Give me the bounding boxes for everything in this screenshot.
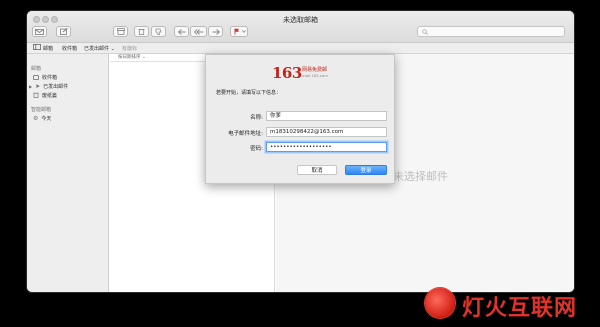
login-button[interactable]: 登录 xyxy=(345,165,387,175)
compose-button[interactable] xyxy=(56,26,71,37)
sidebar: 邮箱 收件箱 ▶ ➤ 已发出邮件 废纸篓 智能邮箱 ⚙ 今天 xyxy=(27,54,109,292)
reply-all-icon xyxy=(193,28,203,35)
search-field[interactable] xyxy=(417,26,565,37)
trash-icon xyxy=(138,29,145,35)
envelope-icon xyxy=(35,28,44,35)
password-label: 密码: xyxy=(250,146,263,152)
reply-icon xyxy=(177,28,185,35)
reply-all-button[interactable] xyxy=(190,26,207,37)
title-bar: 未选取邮箱 xyxy=(27,11,574,43)
fav-mailboxes[interactable]: 邮箱 xyxy=(43,45,53,52)
watermark-text: 灯火互联网 xyxy=(462,296,578,321)
logo-163: 163 xyxy=(272,64,302,82)
delete-button[interactable] xyxy=(134,26,149,37)
fav-flagged[interactable]: 有旗标 xyxy=(122,45,137,52)
fav-sent[interactable]: 已发出邮件 ⌄ xyxy=(84,45,115,52)
sidebar-item-sent[interactable]: ▶ ➤ 已发出邮件 xyxy=(29,82,68,90)
search-icon xyxy=(422,28,428,35)
archive-button[interactable] xyxy=(113,26,128,37)
intro-text: 若要开始，请填写以下信息： xyxy=(216,90,282,96)
reply-button[interactable] xyxy=(174,26,189,37)
sidebar-item-label: 收件箱 xyxy=(42,74,58,81)
fav-inbox[interactable]: 收件箱 xyxy=(62,45,77,52)
flag-icon xyxy=(234,28,239,35)
cancel-button[interactable]: 取消 xyxy=(297,165,337,175)
email-label: 电子邮件地址: xyxy=(228,131,263,137)
sent-icon: ➤ xyxy=(35,82,41,90)
name-label: 名称: xyxy=(250,115,263,121)
sidebar-item-trash[interactable]: 废纸篓 xyxy=(33,91,57,99)
password-field[interactable]: ••••••••••••••••••• xyxy=(266,142,387,152)
archive-icon xyxy=(116,28,125,35)
no-message-selected-text: 未选择邮件 xyxy=(393,170,448,183)
add-account-sheet: 163 网易免费邮 mail.163.com 若要开始，请填写以下信息： 名称:… xyxy=(205,54,395,184)
mailboxes-header: 邮箱 xyxy=(31,66,42,72)
favorites-bar: 邮箱 收件箱 已发出邮件 ⌄ 有旗标 xyxy=(27,43,574,54)
sidebar-item-label: 已发出邮件 xyxy=(43,83,69,90)
inbox-icon xyxy=(33,74,39,80)
sidebar-toggle-icon[interactable] xyxy=(33,44,41,52)
chevron-down-icon: ⌄ xyxy=(110,46,115,52)
smart-mailboxes-header: 智能邮箱 xyxy=(31,107,52,113)
disclosure-triangle-icon[interactable]: ▶ xyxy=(29,84,32,89)
get-mail-button[interactable] xyxy=(32,26,47,37)
chevron-down-icon xyxy=(242,30,246,33)
gear-icon: ⚙ xyxy=(33,114,39,122)
trash-icon xyxy=(33,92,39,98)
sidebar-item-inbox[interactable]: 收件箱 xyxy=(33,73,57,81)
window-title: 未选取邮箱 xyxy=(283,16,318,24)
sidebar-item-label: 今天 xyxy=(41,115,52,122)
thumbs-down-icon xyxy=(155,28,162,35)
chevron-down-icon: ⌄ xyxy=(141,55,146,60)
sidebar-item-label: 废纸篓 xyxy=(42,92,58,99)
fav-sent-label: 已发出邮件 xyxy=(84,46,110,52)
flag-button[interactable] xyxy=(230,26,248,37)
sort-label: 按日期排序 xyxy=(118,55,141,60)
compose-icon xyxy=(59,28,68,35)
name-field[interactable]: 你爹 xyxy=(266,111,387,121)
logo-service-name: 网易免费邮 xyxy=(302,67,328,73)
sidebar-item-today[interactable]: ⚙ 今天 xyxy=(33,114,51,122)
watermark-logo-icon xyxy=(425,288,455,318)
forward-button[interactable] xyxy=(208,26,223,37)
email-field[interactable]: m18310298422@163.com xyxy=(266,127,387,137)
forward-icon xyxy=(212,28,220,35)
mail-window: 未选取邮箱 邮箱 收件箱 已发出邮件 ⌄ 有旗标 邮箱 收件箱 ▶ ➤ 已发出邮… xyxy=(27,11,574,292)
junk-button[interactable] xyxy=(151,26,166,37)
logo-url: mail.163.com xyxy=(302,73,328,78)
